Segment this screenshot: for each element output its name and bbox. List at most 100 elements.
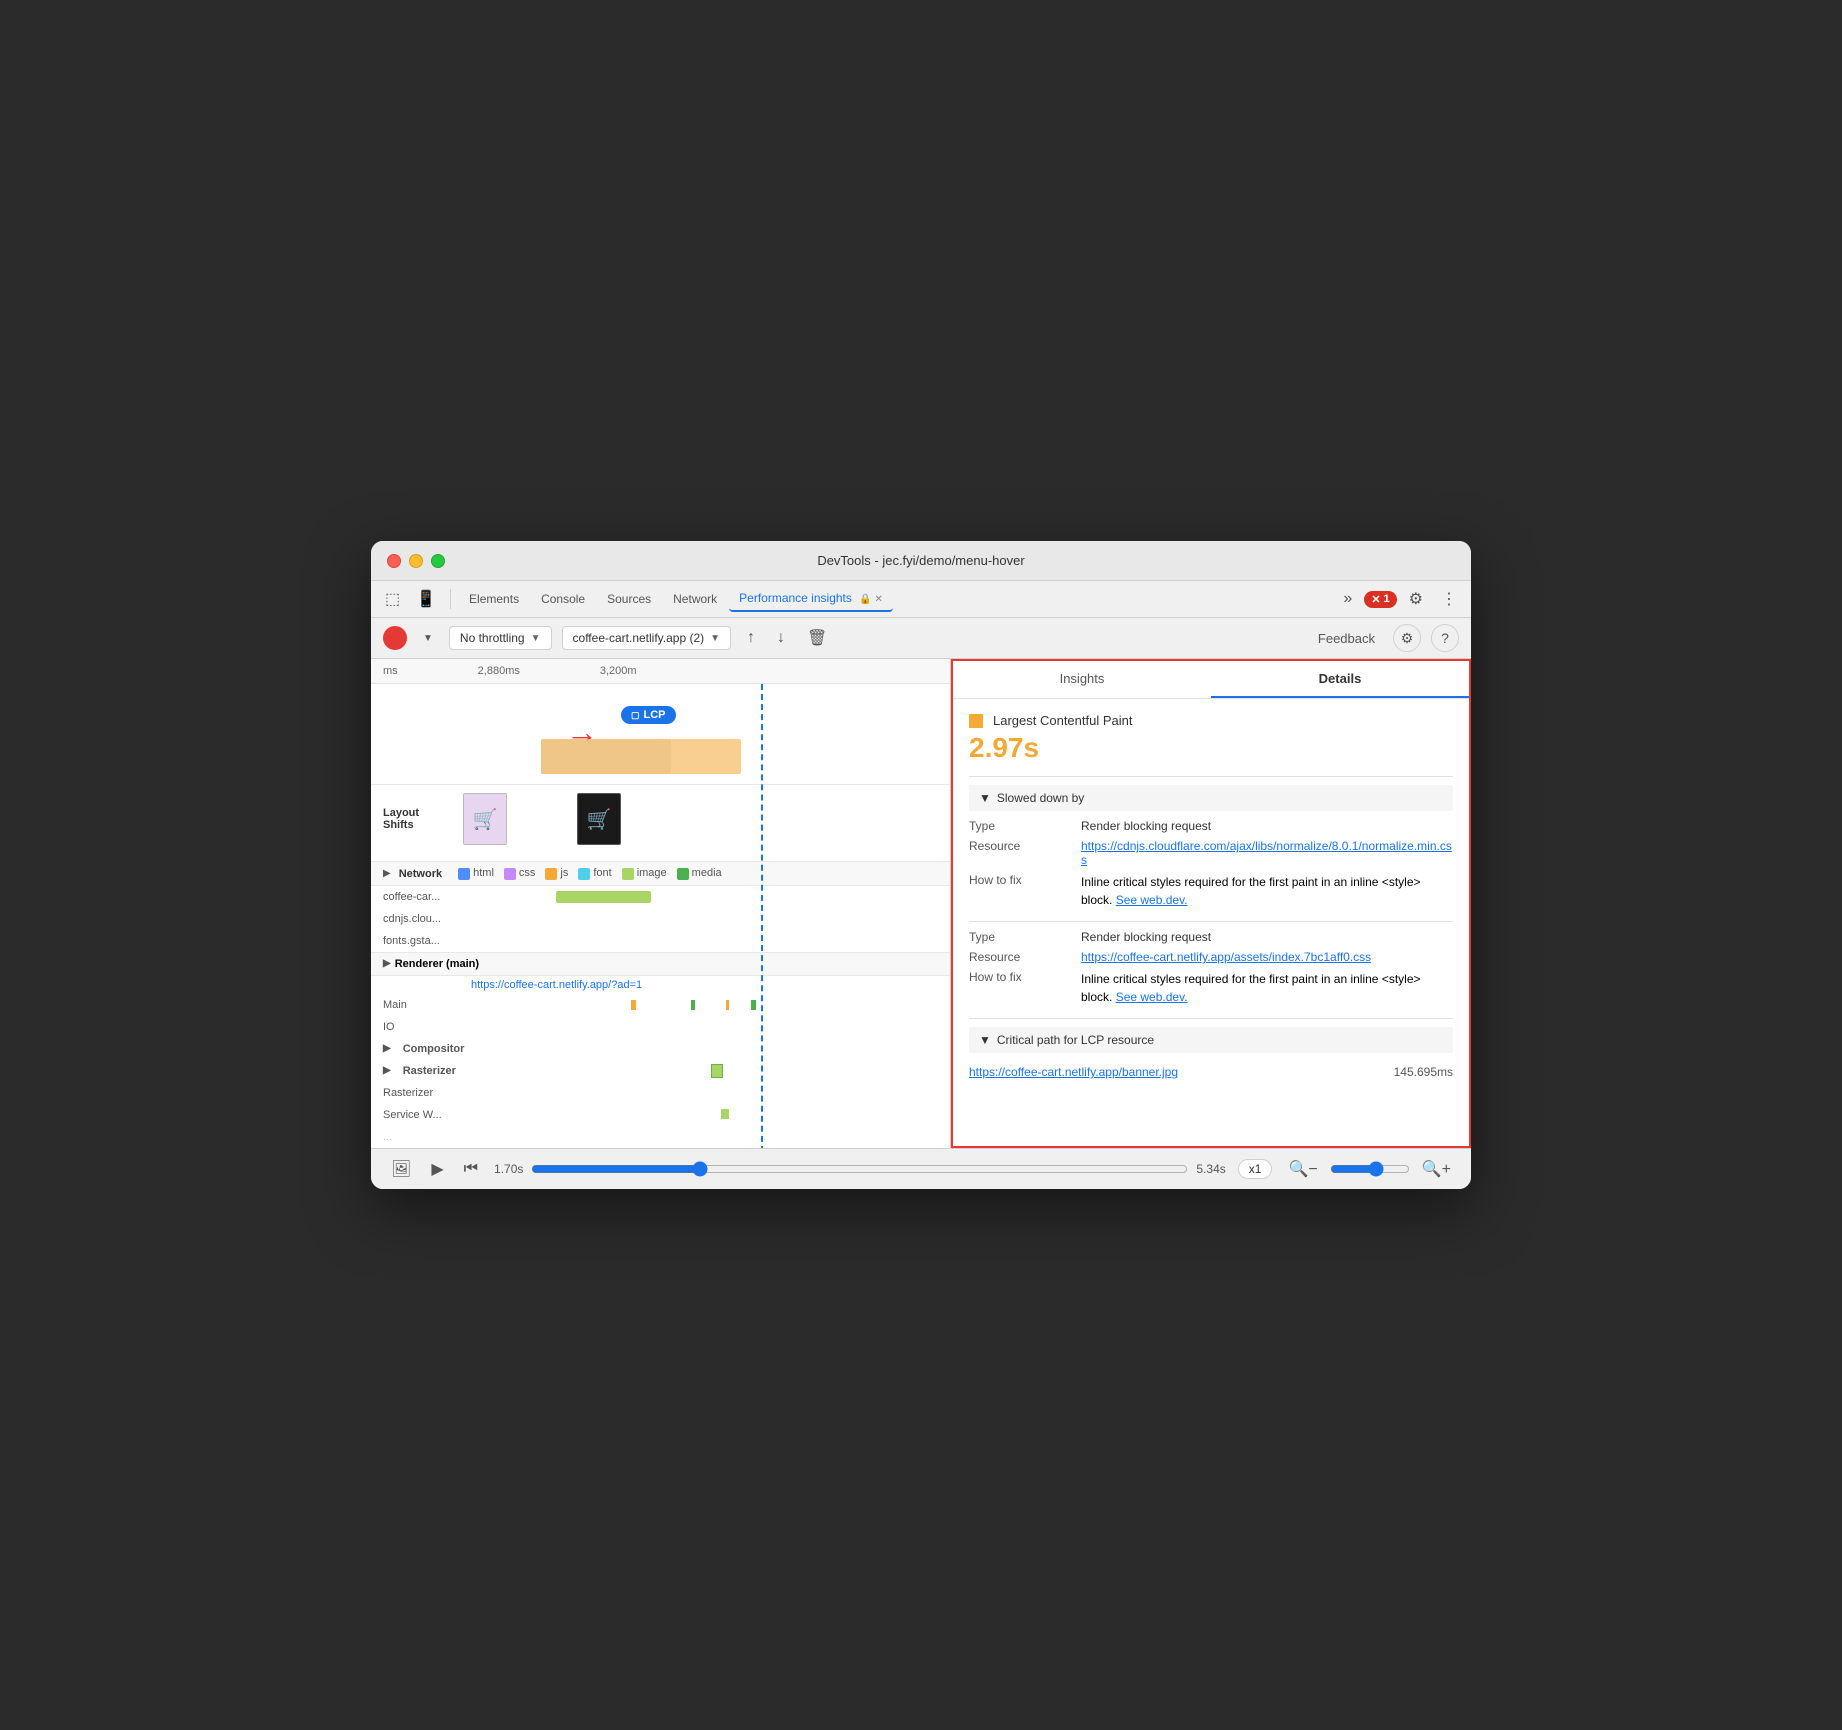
titlebar: DevTools - jec.fyi/demo/menu-hover — [371, 541, 1471, 581]
settings-gear-button[interactable]: ⚙ — [1393, 624, 1421, 652]
lcp-area: → ▢ LCP — [371, 684, 950, 784]
lcp-bg-bar-orange — [541, 739, 741, 774]
slowed-down-section-header[interactable]: ▼ Slowed down by — [969, 785, 1453, 811]
playback-start-time: 1.70s — [494, 1162, 523, 1176]
critical-link-1[interactable]: https://coffee-cart.netlify.app/banner.j… — [969, 1065, 1178, 1079]
renderer-row-main-label: Main — [383, 999, 463, 1011]
renderer-row-extra: ... — [371, 1126, 950, 1148]
tab-console[interactable]: Console — [531, 587, 595, 611]
inspect-element-button[interactable]: ⬚ — [379, 585, 406, 613]
upload-button[interactable]: ↑ — [741, 625, 761, 651]
tab-details[interactable]: Details — [1211, 661, 1469, 698]
lcp-label: LCP — [644, 709, 666, 721]
network-legend: html css js font image media — [458, 867, 722, 879]
ruler-label-2880: 2,880ms — [478, 665, 520, 677]
rasterizer-expand-icon[interactable]: ▶ — [383, 1065, 391, 1076]
io-label: IO — [383, 1021, 395, 1033]
zoom-out-button[interactable]: 🔍− — [1284, 1157, 1321, 1181]
renderer-expand-icon[interactable]: ▶ — [383, 958, 391, 969]
howtofix-text-2: Inline critical styles required for the … — [1081, 970, 1453, 1006]
resource-label-1: Resource — [969, 839, 1069, 867]
lcp-badge[interactable]: ▢ LCP — [621, 706, 676, 724]
close-button[interactable] — [387, 554, 401, 568]
slowed-down-heading: Slowed down by — [997, 791, 1084, 805]
tab-insights[interactable]: Insights — [953, 661, 1211, 698]
traffic-lights — [387, 554, 445, 568]
layout-shifts-label: LayoutShifts — [383, 807, 443, 831]
download-button[interactable]: ↓ — [771, 625, 791, 651]
secondary-toolbar: ▼ No throttling ▼ coffee-cart.netlify.ap… — [371, 618, 1471, 659]
renderer-url[interactable]: https://coffee-cart.netlify.app/?ad=1 — [371, 976, 950, 994]
critical-path-chevron: ▼ — [979, 1033, 991, 1047]
screenshot-toggle-button[interactable]: 🖼 — [387, 1157, 415, 1181]
network-profile-dropdown[interactable]: coffee-cart.netlify.app (2) ▼ — [562, 626, 732, 650]
type-value-2: Render blocking request — [1081, 930, 1453, 944]
zoom-in-button[interactable]: 🔍+ — [1418, 1157, 1455, 1181]
window-title: DevTools - jec.fyi/demo/menu-hover — [817, 553, 1024, 568]
devtools-window: DevTools - jec.fyi/demo/menu-hover ⬚ 📱 E… — [371, 541, 1471, 1188]
network-expand-icon[interactable]: ▶ — [383, 868, 391, 879]
settings-button[interactable]: ⚙ — [1403, 585, 1429, 613]
network-row-label-1: coffee-car... — [383, 891, 463, 903]
network-row-1: coffee-car... — [371, 886, 950, 908]
more-tabs-button[interactable]: » — [1337, 586, 1358, 612]
layout-shifts-section: LayoutShifts 🛒 🛒 — [371, 784, 950, 861]
resource-link-2[interactable]: https://coffee-cart.netlify.app/assets/i… — [1081, 950, 1453, 964]
see-webdev-1[interactable]: See web.dev. — [1116, 893, 1188, 907]
error-icon: ✕ — [1371, 593, 1380, 606]
lcp-heading: Largest Contentful Paint — [969, 713, 1453, 728]
servicew-label: Service W... — [383, 1109, 442, 1121]
howtofix-text-1: Inline critical styles required for the … — [1081, 873, 1453, 909]
help-button[interactable]: ? — [1431, 624, 1459, 652]
delete-button[interactable]: 🗑 — [801, 624, 833, 652]
section-divider-1 — [969, 776, 1453, 777]
network-row-2: cdnjs.clou... — [371, 908, 950, 930]
insights-body: Largest Contentful Paint 2.97s ▼ Slowed … — [953, 699, 1469, 1145]
renderer-label: Renderer (main) — [395, 958, 479, 970]
tab-close-icon[interactable]: 🔒 ✕ — [859, 594, 883, 605]
dropdown-arrow-record[interactable]: ▼ — [417, 629, 439, 648]
toolbar-separator-1 — [450, 589, 451, 609]
error-badge[interactable]: ✕ 1 — [1364, 591, 1396, 608]
play-button[interactable]: ▶ — [427, 1157, 447, 1181]
resource-label-2: Resource — [969, 950, 1069, 964]
profile-dropdown-arrow: ▼ — [710, 633, 720, 644]
throttling-dropdown[interactable]: No throttling ▼ — [449, 626, 552, 650]
zoom-range[interactable] — [1330, 1161, 1410, 1177]
minimize-button[interactable] — [409, 554, 423, 568]
type-label-2: Type — [969, 930, 1069, 944]
renderer-row-rasterizer2: Rasterizer — [371, 1082, 950, 1104]
network-header: ▶ Network html css js font image media — [371, 862, 950, 885]
tab-performance-insights[interactable]: Performance insights 🔒 ✕ — [729, 586, 893, 612]
compositor-expand-icon[interactable]: ▶ — [383, 1043, 391, 1054]
speed-badge[interactable]: x1 — [1238, 1159, 1273, 1179]
tab-sources[interactable]: Sources — [597, 587, 661, 611]
more-options-button[interactable]: ⋮ — [1435, 585, 1463, 613]
legend-media: media — [677, 867, 722, 879]
legend-css: css — [504, 867, 536, 879]
type-label-1: Type — [969, 819, 1069, 833]
section-divider-2 — [969, 921, 1453, 922]
playback-range[interactable] — [531, 1161, 1188, 1177]
renderer-row-compositor: ▶ Compositor — [371, 1038, 950, 1060]
record-button[interactable] — [383, 626, 407, 650]
feedback-button[interactable]: Feedback — [1310, 627, 1383, 650]
compositor-label: Compositor — [403, 1043, 465, 1055]
tab-elements[interactable]: Elements — [459, 587, 529, 611]
device-toggle-button[interactable]: 📱 — [410, 585, 442, 613]
footer-bar: 🖼 ▶ ⏮ 1.70s 5.34s x1 🔍− 🔍+ — [371, 1148, 1471, 1189]
main-bar-2 — [691, 1000, 695, 1010]
tab-network[interactable]: Network — [663, 587, 727, 611]
skip-to-start-button[interactable]: ⏮ — [460, 1158, 482, 1180]
ruler-label-ms: ms — [383, 665, 398, 677]
legend-image: image — [622, 867, 667, 879]
thumbnail-2: 🛒 — [577, 793, 621, 845]
resource-link-1[interactable]: https://cdnjs.cloudflare.com/ajax/libs/n… — [1081, 839, 1453, 867]
critical-path-header[interactable]: ▼ Critical path for LCP resource — [969, 1027, 1453, 1053]
legend-js: js — [545, 867, 568, 879]
maximize-button[interactable] — [431, 554, 445, 568]
see-webdev-2[interactable]: See web.dev. — [1116, 990, 1188, 1004]
renderer-header: ▶ Renderer (main) — [371, 953, 950, 976]
insights-tabs: Insights Details — [953, 661, 1469, 699]
main-bar-4 — [751, 1000, 756, 1010]
